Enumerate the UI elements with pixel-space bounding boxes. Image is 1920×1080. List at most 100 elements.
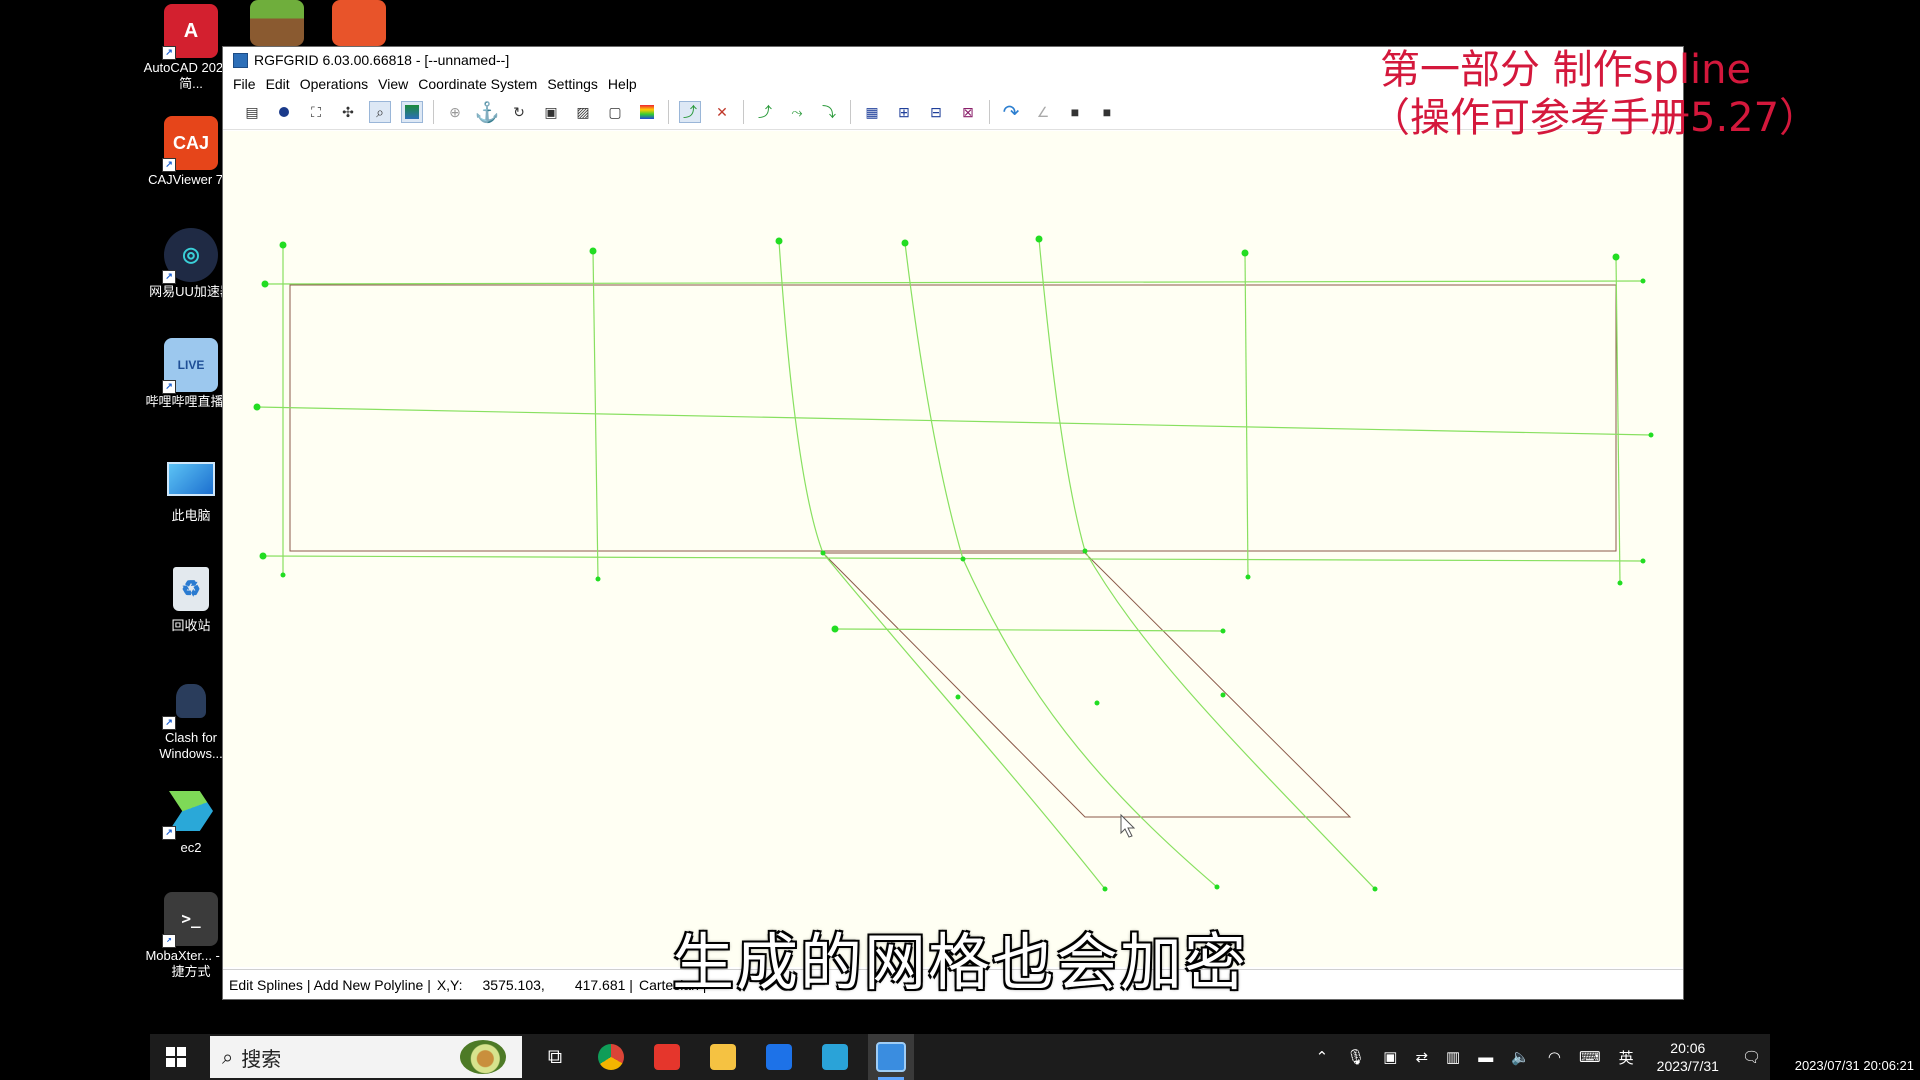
display-icon[interactable]: ▣ [1383, 1048, 1397, 1066]
menu-edit[interactable]: Edit [261, 76, 295, 92]
refresh-icon[interactable]: ↻ [508, 101, 530, 123]
chevron-up-icon[interactable]: ⌃ [1316, 1048, 1329, 1066]
menu-settings[interactable]: Settings [542, 76, 603, 92]
refine-icon[interactable]: ⊞ [893, 101, 915, 123]
spline-insert-icon[interactable]: ⤴ [754, 101, 776, 123]
taskbar-app-network[interactable] [812, 1034, 858, 1080]
taskbar-file-explorer[interactable] [700, 1034, 746, 1080]
control-point[interactable] [1612, 253, 1620, 261]
play-app-icon[interactable] [332, 0, 386, 46]
spline-vertical-2[interactable] [592, 250, 599, 580]
smooth-icon[interactable]: ∠ [1032, 101, 1054, 123]
target-icon[interactable]: ⊕ [444, 101, 466, 123]
control-point[interactable] [1640, 558, 1646, 564]
shortcut-arrow-icon: ↗ [162, 158, 176, 172]
control-point[interactable] [820, 550, 826, 556]
control-point[interactable] [1245, 574, 1251, 580]
control-point[interactable] [1241, 249, 1249, 257]
grid-canvas[interactable] [223, 131, 1683, 967]
spline-drawing[interactable] [223, 131, 1683, 967]
grid-icon[interactable]: ▦ [861, 101, 883, 123]
select-box-icon[interactable]: ▣ [540, 101, 562, 123]
menu-help[interactable]: Help [603, 76, 642, 92]
fill-icon[interactable]: ■ [1096, 101, 1118, 123]
spline-curved-middle[interactable] [904, 242, 1218, 888]
ime-indicator[interactable]: 英 [1619, 1047, 1634, 1068]
spline-move-icon[interactable]: ⤵ [818, 101, 840, 123]
taskbar-app-blue[interactable] [756, 1034, 802, 1080]
spline-add-icon[interactable]: ⤴ [679, 101, 701, 123]
control-point[interactable] [960, 556, 966, 562]
taskbar-clock[interactable]: 20:06 2023/7/31 [1657, 1039, 1719, 1075]
task-view-button[interactable]: ⧉ [532, 1034, 578, 1080]
minecraft-icon[interactable] [250, 0, 304, 46]
microphone-icon[interactable]: 🎙 [1346, 1048, 1365, 1066]
frame-icon[interactable]: ▢ [604, 101, 626, 123]
spline-branch-cross[interactable] [834, 628, 1224, 632]
spline-middle-horizontal[interactable] [256, 406, 1652, 436]
color-scale-icon[interactable] [636, 101, 658, 123]
volume-icon[interactable]: 🔈 [1511, 1048, 1530, 1066]
branch-grid-outline [821, 552, 1352, 818]
bandwidth-icon[interactable]: ▥ [1446, 1048, 1460, 1066]
control-point[interactable] [1214, 884, 1220, 890]
orthogonalize-icon[interactable]: ↷ [1000, 101, 1022, 124]
spline-bottom-horizontal[interactable] [262, 555, 1644, 562]
control-point[interactable] [261, 280, 269, 288]
zoom-extents-icon[interactable]: ⛶ [305, 101, 327, 123]
grid-select-icon[interactable]: ⊠ [957, 101, 979, 123]
print-icon[interactable]: ▤ [241, 101, 263, 123]
spline-top-horizontal[interactable] [264, 280, 1644, 285]
spline-vertical-6[interactable] [1244, 252, 1249, 578]
control-point[interactable] [955, 694, 961, 700]
control-point[interactable] [1094, 700, 1100, 706]
menu-operations[interactable]: Operations [295, 76, 373, 92]
control-point[interactable] [595, 576, 601, 582]
select-poly-icon[interactable]: ▨ [572, 101, 594, 123]
start-button[interactable] [150, 1034, 202, 1080]
taskbar-chrome[interactable] [588, 1034, 634, 1080]
keyboard-icon[interactable]: ⌨ [1579, 1048, 1601, 1066]
grid-view-icon[interactable] [401, 101, 423, 123]
control-point[interactable] [1640, 278, 1646, 284]
menu-coordinate-system[interactable]: Coordinate System [413, 76, 542, 92]
control-point[interactable] [1102, 886, 1108, 892]
control-point[interactable] [1372, 886, 1378, 892]
settings-sliders-icon[interactable]: ⇄ [1415, 1048, 1428, 1066]
task-view-icon: ⧉ [547, 1045, 563, 1068]
notification-icon[interactable]: 🗨 [1742, 1048, 1761, 1066]
block-icon[interactable]: ■ [1064, 101, 1086, 123]
spline-delete-icon[interactable]: ✕ [711, 101, 733, 123]
control-point[interactable] [775, 237, 783, 245]
grid-edit-icon[interactable]: ⊟ [925, 101, 947, 123]
menu-file[interactable]: File [228, 76, 261, 92]
menu-view[interactable]: View [373, 76, 413, 92]
wifi-icon[interactable]: ◠ [1548, 1048, 1561, 1066]
battery-icon[interactable]: ▬ [1478, 1049, 1493, 1066]
control-point[interactable] [589, 247, 597, 255]
spline-curved-left[interactable] [778, 240, 1106, 890]
taskbar-wps[interactable] [644, 1034, 690, 1080]
record-icon[interactable] [273, 101, 295, 123]
pan-icon[interactable]: ✣ [337, 101, 359, 123]
control-point[interactable] [1220, 628, 1226, 634]
spline-right-vertical[interactable] [1615, 256, 1621, 584]
control-point[interactable] [280, 572, 286, 578]
control-point[interactable] [1648, 432, 1654, 438]
anchor-icon[interactable]: ⚓ [475, 101, 500, 124]
spline-split-icon[interactable]: ⤳ [786, 101, 808, 123]
overlay-title-line2: （操作可参考手册5.27） [1370, 95, 1820, 141]
taskbar-rgfgrid[interactable] [868, 1034, 914, 1080]
control-point[interactable] [1035, 235, 1043, 243]
taskbar-search[interactable]: ⌕ 搜索 [210, 1036, 522, 1078]
control-point[interactable] [1082, 548, 1088, 554]
spline-control-points[interactable] [253, 235, 1654, 892]
control-point[interactable] [259, 552, 267, 560]
control-point[interactable] [1617, 580, 1623, 586]
control-point[interactable] [901, 239, 909, 247]
zoom-icon[interactable]: ⌕ [369, 101, 391, 123]
control-point[interactable] [279, 241, 287, 249]
control-point[interactable] [1220, 692, 1226, 698]
control-point[interactable] [253, 403, 261, 411]
control-point[interactable] [831, 625, 839, 633]
